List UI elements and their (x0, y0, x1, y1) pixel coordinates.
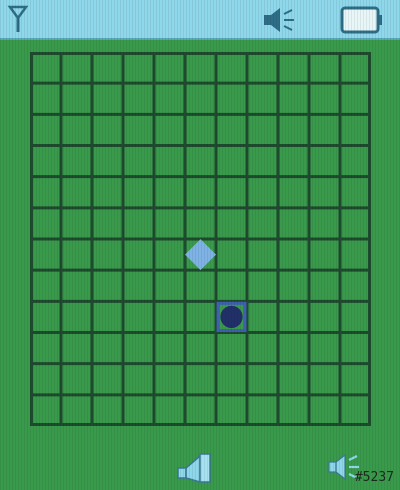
dark-piece[interactable] (220, 305, 243, 329)
status-bar (0, 0, 400, 40)
grid-lines (30, 52, 371, 426)
game-board[interactable] (30, 52, 371, 426)
speaker-softkey-icon[interactable] (176, 450, 216, 488)
signal-antenna-icon (6, 4, 30, 38)
light-piece[interactable] (185, 239, 216, 271)
game-screen: #5237 (0, 0, 400, 490)
board-grid[interactable] (30, 52, 371, 426)
watermark-text: #5237 (354, 470, 394, 485)
battery-icon (340, 5, 384, 39)
speaker-volume-icon[interactable] (262, 5, 298, 39)
